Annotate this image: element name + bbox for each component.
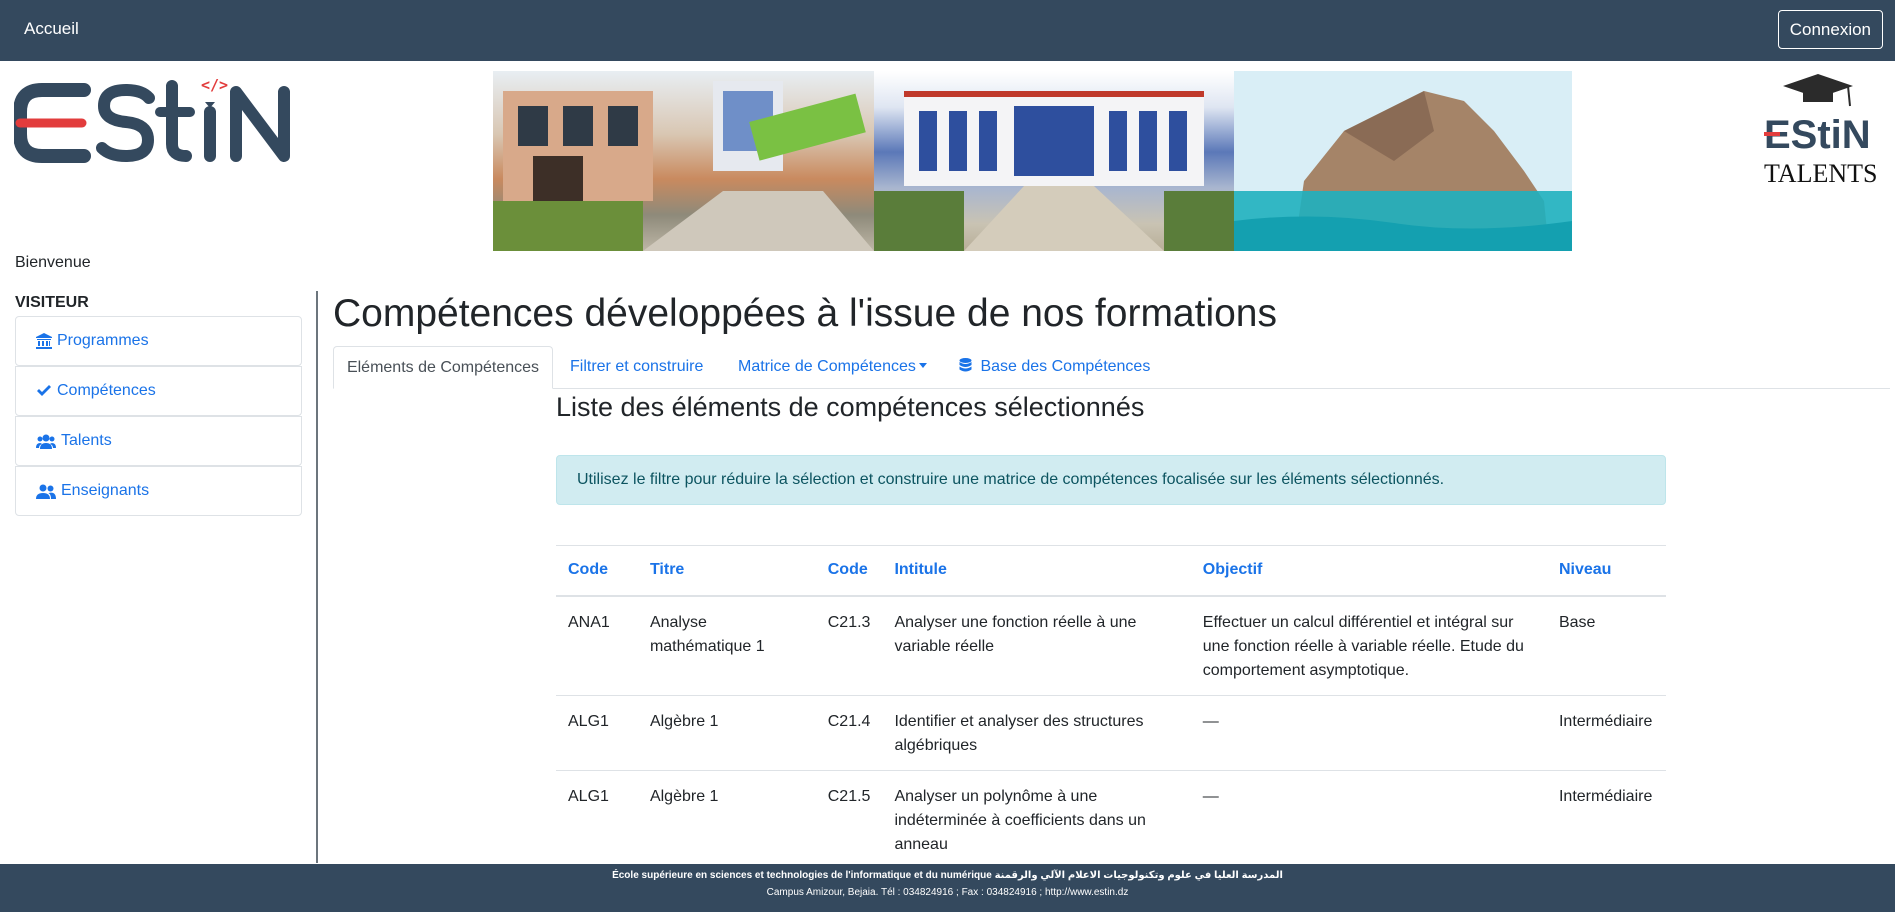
talents-logo-text: TALENTS	[1764, 159, 1877, 188]
cell-objectif: —	[1190, 770, 1547, 870]
sidebar-item-talents[interactable]: Talents	[15, 416, 302, 466]
column-header-titre[interactable]: Titre	[637, 545, 816, 597]
column-header-code-competence[interactable]: Code	[815, 545, 883, 597]
competence-tabs: Eléments de Compétences Filtrer et const…	[333, 346, 1890, 389]
cell-objectif: Effectuer un calcul différentiel et inté…	[1190, 595, 1547, 696]
cell-niveau: Intermédiaire	[1546, 695, 1666, 771]
page-title: Compétences développées à l'issue de nos…	[333, 292, 1277, 335]
sidebar-item-label: Enseignants	[61, 482, 150, 499]
table-row: ANA1 Analyse mathématique 1 C21.3 Analys…	[556, 595, 1666, 696]
estin-logo[interactable]: </>	[14, 72, 304, 176]
banner-photo-coast	[1234, 71, 1572, 251]
sidebar-item-programmes[interactable]: Programmes	[15, 316, 302, 366]
cell-intitule: Analyser un polynôme à une indéterminée …	[882, 770, 1191, 870]
cell-objectif: —	[1190, 695, 1547, 771]
info-alert: Utilisez le filtre pour réduire la sélec…	[556, 455, 1666, 505]
sidebar-menu: Programmes Compétences Talents Enseignan…	[15, 316, 302, 516]
column-header-intitule[interactable]: Intitule	[882, 545, 1191, 597]
footer-contact: Campus Amizour, Bejaia. Tél : 034824916 …	[766, 887, 1129, 898]
table-header-row: Code Titre Code Intitule Objectif Niveau	[556, 545, 1666, 597]
section-title: Liste des éléments de compétences sélect…	[556, 392, 1145, 422]
estin-talents-logo[interactable]: EStiN TALENTS	[1758, 72, 1888, 188]
cell-intitule: Identifier et analyser des structures al…	[882, 695, 1191, 771]
cell-niveau: Intermédiaire	[1546, 770, 1666, 870]
cell-intitule: Analyser une fonction réelle à une varia…	[882, 595, 1191, 696]
campus-banner	[493, 71, 1572, 251]
home-link[interactable]: Accueil	[24, 19, 79, 39]
tab-label: Matrice de Compétences	[738, 358, 916, 375]
cell-code: ANA1	[556, 595, 638, 696]
cell-code: ALG1	[556, 695, 638, 771]
cell-niveau: Base	[1546, 595, 1666, 696]
cell-titre: Algèbre 1	[637, 695, 816, 771]
column-header-niveau[interactable]: Niveau	[1546, 545, 1666, 597]
tab-elements-competences[interactable]: Eléments de Compétences	[333, 346, 553, 389]
cell-titre: Analyse mathématique 1	[637, 595, 816, 696]
sidebar-item-enseignants[interactable]: Enseignants	[15, 466, 302, 516]
column-header-objectif[interactable]: Objectif	[1190, 545, 1547, 597]
tab-filtrer-construire[interactable]: Filtrer et construire	[570, 346, 703, 389]
user-friends-icon	[36, 484, 56, 499]
sidebar-divider	[316, 291, 318, 863]
cell-code-competence: C21.4	[815, 695, 883, 771]
page-footer: École supérieure en sciences et technolo…	[0, 864, 1895, 912]
caret-down-icon	[918, 363, 927, 368]
sidebar-item-label: Programmes	[57, 332, 149, 349]
tab-matrice-competences[interactable]: Matrice de Compétences	[738, 346, 927, 389]
visitor-section-title: VISITEUR	[15, 294, 89, 311]
users-icon	[36, 434, 56, 449]
svg-text:</>: </>	[201, 76, 228, 94]
welcome-text: Bienvenue	[15, 254, 91, 271]
footer-school-name: École supérieure en sciences et technolo…	[612, 870, 1283, 881]
banner-photo-campus	[874, 71, 1234, 251]
talents-logo-estin: EStiN	[1764, 113, 1871, 157]
cell-titre: Algèbre 1	[637, 770, 816, 870]
table-row: ALG1 Algèbre 1 C21.4 Identifier et analy…	[556, 695, 1666, 771]
university-icon	[36, 333, 52, 349]
tab-base-competences[interactable]: Base des Compétences	[959, 346, 1150, 389]
cell-code: ALG1	[556, 770, 638, 870]
banner-photo-building	[493, 71, 874, 251]
sidebar-item-label: Talents	[61, 432, 112, 449]
table-row: ALG1 Algèbre 1 C21.5 Analyser un polynôm…	[556, 770, 1666, 870]
database-icon	[959, 358, 972, 372]
column-header-code[interactable]: Code	[556, 545, 638, 597]
cell-code-competence: C21.3	[815, 595, 883, 696]
tab-label: Base des Compétences	[980, 358, 1151, 375]
sidebar-item-label: Compétences	[57, 382, 156, 399]
check-icon	[37, 385, 51, 396]
sidebar-item-competences[interactable]: Compétences	[15, 366, 302, 416]
top-navbar: Accueil Connexion	[0, 0, 1895, 61]
cell-code-competence: C21.5	[815, 770, 883, 870]
competences-table: Code Titre Code Intitule Objectif Niveau…	[556, 545, 1666, 870]
login-button[interactable]: Connexion	[1777, 10, 1883, 49]
